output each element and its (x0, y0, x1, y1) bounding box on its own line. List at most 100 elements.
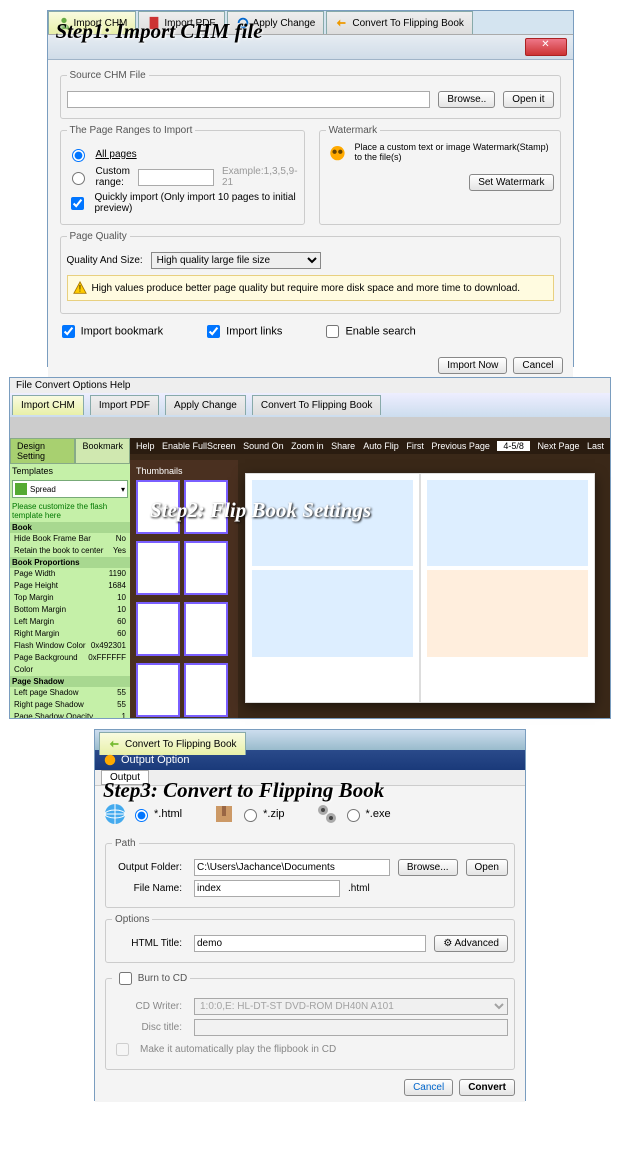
import-links-checkbox[interactable] (207, 325, 220, 338)
zip-radio[interactable] (244, 809, 257, 822)
tab-apply-change-2[interactable]: Apply Change (165, 395, 246, 415)
quality-fieldset: Page Quality Quality And Size:High quali… (60, 231, 561, 314)
template-icon (15, 483, 27, 495)
thumbnail-4[interactable] (184, 541, 228, 595)
thumbnails-label: Thumbnails (134, 464, 234, 478)
prop-row[interactable]: Page Width1190 (10, 568, 130, 580)
output-icon (103, 753, 117, 767)
prop-row[interactable]: Bottom Margin10 (10, 604, 130, 616)
step1-label: Step1: Import CHM file (56, 19, 263, 44)
custom-range-radio[interactable] (72, 172, 85, 185)
templates-label: Templates (10, 464, 130, 478)
tab-import-pdf-2[interactable]: Import PDF (90, 395, 159, 415)
customize-hint: Please customize the flash template here (10, 500, 130, 522)
main-toolbar: Import CHM Import PDF Apply Change Conve… (10, 393, 610, 417)
autoflip-btn[interactable]: Auto Flip (363, 441, 399, 451)
prop-row[interactable]: Flash Window Color0x492301 (10, 640, 130, 652)
thumbnail-3[interactable] (136, 541, 180, 595)
prop-row[interactable]: Page Shadow (10, 676, 130, 687)
design-setting-tab[interactable]: Design Setting (10, 438, 75, 464)
bookmark-tab[interactable]: Bookmark (75, 438, 130, 464)
source-path-input[interactable] (67, 91, 431, 108)
prop-row[interactable]: Right Margin60 (10, 628, 130, 640)
first-btn[interactable]: First (406, 441, 424, 451)
page-ranges-fieldset: The Page Ranges to Import All pages Cust… (60, 125, 305, 225)
fullscreen-btn[interactable]: Enable FullScreen (162, 441, 236, 451)
prop-row[interactable]: Right page Shadow55 (10, 699, 130, 711)
prop-row[interactable]: Page Background Color0xFFFFFF (10, 652, 130, 676)
disc-title-input (194, 1019, 508, 1036)
prop-row[interactable]: Top Margin10 (10, 592, 130, 604)
output-folder-input[interactable] (194, 859, 390, 876)
prop-row[interactable]: Page Shadow Opacity1 (10, 711, 130, 718)
cd-writer-select: 1:0:0,E: HL-DT-ST DVD-ROM DH40N A101 (194, 998, 508, 1015)
quality-select[interactable]: High quality large file size (151, 252, 321, 269)
convert-icon-3 (108, 737, 122, 751)
thumbnail-7[interactable] (136, 663, 180, 717)
thumbnail-8[interactable] (184, 663, 228, 717)
prop-row[interactable]: Book (10, 522, 130, 533)
burn-checkbox[interactable] (119, 972, 132, 985)
autoplay-checkbox (116, 1043, 129, 1056)
html-radio[interactable] (135, 809, 148, 822)
last-btn[interactable]: Last (587, 441, 604, 451)
help-btn[interactable]: Help (136, 441, 155, 451)
prop-row[interactable]: Page Height1684 (10, 580, 130, 592)
sound-btn[interactable]: Sound On (243, 441, 284, 451)
html-title-input[interactable] (194, 935, 426, 952)
convert-button[interactable]: Convert (459, 1079, 515, 1096)
quick-import-checkbox[interactable] (71, 197, 84, 210)
globe-icon (103, 802, 127, 826)
advanced-button[interactable]: ⚙ Advanced (434, 935, 508, 952)
property-list[interactable]: BookHide Book Frame BarNoRetain the book… (10, 522, 130, 718)
custom-range-input[interactable] (138, 169, 214, 186)
cancel-button[interactable]: Cancel (513, 357, 562, 374)
page-indicator[interactable]: 4-5/8 (497, 441, 530, 451)
zoom-btn[interactable]: Zoom in (291, 441, 324, 451)
import-bookmark-checkbox[interactable] (62, 325, 75, 338)
settings-sidebar: Design Setting Bookmark Templates Spread… (10, 438, 130, 718)
filename-input[interactable] (194, 880, 340, 897)
exe-icon (315, 802, 339, 826)
prop-row[interactable]: Retain the book to centerYes (10, 545, 130, 557)
preview-area: Help Enable FullScreen Sound On Zoom in … (130, 438, 610, 718)
prop-row[interactable]: Left Margin60 (10, 616, 130, 628)
burn-fieldset: Burn to CD CD Writer:1:0:0,E: HL-DT-ST D… (105, 969, 515, 1070)
step2-label: Step2: Flip Book Settings (150, 498, 371, 523)
open-it-button[interactable]: Open it (503, 91, 553, 108)
open-button-3[interactable]: Open (466, 859, 508, 876)
tab-convert-2[interactable]: Convert To Flipping Book (252, 395, 382, 415)
share-btn[interactable]: Share (331, 441, 355, 451)
prop-row[interactable]: Left page Shadow55 (10, 687, 130, 699)
path-fieldset: Path Output Folder:Browse...Open File Na… (105, 838, 515, 908)
exe-radio[interactable] (347, 809, 360, 822)
all-pages-radio[interactable] (72, 149, 85, 162)
thumbnail-5[interactable] (136, 602, 180, 656)
options-fieldset: Options HTML Title:⚙ Advanced (105, 914, 515, 963)
watermark-icon (326, 142, 349, 170)
viewer-toolbar: Help Enable FullScreen Sound On Zoom in … (130, 438, 610, 454)
warning-icon: ! (73, 281, 87, 295)
prop-row[interactable]: Book Proportions (10, 557, 130, 568)
prop-row[interactable]: Hide Book Frame BarNo (10, 533, 130, 545)
tab-import-chm-2[interactable]: Import CHM (12, 395, 84, 415)
prev-btn[interactable]: Previous Page (431, 441, 490, 451)
import-now-button[interactable]: Import Now (438, 357, 507, 374)
zip-icon (212, 802, 236, 826)
convert-icon (335, 16, 349, 30)
tab-convert-3[interactable]: Convert To Flipping Book (99, 732, 246, 755)
browse-button[interactable]: Browse.. (438, 91, 495, 108)
menubar[interactable]: File Convert Options Help (10, 378, 610, 393)
tab-convert[interactable]: Convert To Flipping Book (326, 11, 473, 34)
cancel-button-3[interactable]: Cancel (404, 1079, 453, 1096)
thumbnail-6[interactable] (184, 602, 228, 656)
template-select[interactable]: Spread ▾ (12, 480, 128, 498)
enable-search-checkbox[interactable] (326, 325, 339, 338)
step3-label: Step3: Convert to Flipping Book (103, 778, 384, 803)
svg-text:!: ! (78, 284, 80, 294)
next-btn[interactable]: Next Page (537, 441, 579, 451)
quality-warning: ! High values produce better page qualit… (67, 275, 554, 301)
close-button[interactable]: ✕ (525, 38, 567, 56)
browse-button-3[interactable]: Browse... (398, 859, 458, 876)
set-watermark-button[interactable]: Set Watermark (469, 174, 553, 191)
